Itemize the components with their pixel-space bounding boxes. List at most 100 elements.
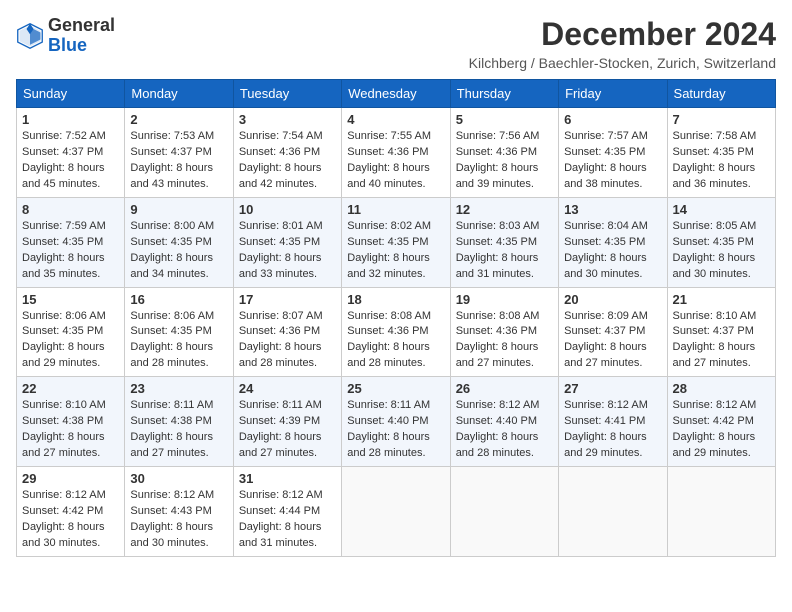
day-info: Sunrise: 7:58 AMSunset: 4:35 PMDaylight:…	[673, 129, 770, 193]
calendar-cell: 17 Sunrise: 8:07 AMSunset: 4:36 PMDayligh…	[233, 287, 341, 377]
calendar-cell: 12Sunrise: 8:03 AMSunset: 4:35 PMDayligh…	[450, 197, 558, 287]
calendar-header-row: SundayMondayTuesdayWednesdayThursdayFrid…	[17, 80, 776, 108]
day-info: Sunrise: 8:12 AMSunset: 4:41 PMDaylight:…	[564, 398, 661, 462]
day-info: Sunrise: 8:04 AMSunset: 4:35 PMDaylight:…	[564, 219, 661, 283]
day-number: 19	[456, 292, 553, 307]
calendar-cell	[450, 467, 558, 557]
calendar-cell: 25Sunrise: 8:11 AMSunset: 4:40 PMDayligh…	[342, 377, 450, 467]
col-header-saturday: Saturday	[667, 80, 775, 108]
calendar-cell: 1 Sunrise: 7:52 AMSunset: 4:37 PMDaylight…	[17, 108, 125, 198]
day-info: Sunrise: 7:59 AMSunset: 4:35 PMDaylight:…	[22, 219, 119, 283]
day-number: 20	[564, 292, 661, 307]
day-info: Sunrise: 8:00 AMSunset: 4:35 PMDaylight:…	[130, 219, 227, 283]
calendar-cell: 6 Sunrise: 7:57 AMSunset: 4:35 PMDaylight…	[559, 108, 667, 198]
day-info: Sunrise: 8:07 AMSunset: 4:36 PMDaylight:…	[239, 309, 336, 373]
day-number: 29	[22, 471, 119, 486]
day-number: 7	[673, 112, 770, 127]
day-info: Sunrise: 7:57 AMSunset: 4:35 PMDaylight:…	[564, 129, 661, 193]
day-info: Sunrise: 8:11 AMSunset: 4:40 PMDaylight:…	[347, 398, 444, 462]
day-info: Sunrise: 8:11 AMSunset: 4:39 PMDaylight:…	[239, 398, 336, 462]
location-text: Kilchberg / Baechler-Stocken, Zurich, Sw…	[469, 55, 776, 71]
logo-blue-text: Blue	[48, 35, 87, 55]
day-info: Sunrise: 7:54 AMSunset: 4:36 PMDaylight:…	[239, 129, 336, 193]
day-info: Sunrise: 8:08 AMSunset: 4:36 PMDaylight:…	[347, 309, 444, 373]
day-number: 10	[239, 202, 336, 217]
day-number: 24	[239, 381, 336, 396]
day-info: Sunrise: 8:10 AMSunset: 4:37 PMDaylight:…	[673, 309, 770, 373]
day-number: 28	[673, 381, 770, 396]
calendar-cell: 4 Sunrise: 7:55 AMSunset: 4:36 PMDaylight…	[342, 108, 450, 198]
calendar-cell: 26 Sunrise: 8:12 AMSunset: 4:40 PMDayligh…	[450, 377, 558, 467]
calendar-cell: 28 Sunrise: 8:12 AMSunset: 4:42 PMDayligh…	[667, 377, 775, 467]
day-number: 15	[22, 292, 119, 307]
day-info: Sunrise: 7:55 AMSunset: 4:36 PMDaylight:…	[347, 129, 444, 193]
calendar-cell: 5Sunrise: 7:56 AMSunset: 4:36 PMDaylight…	[450, 108, 558, 198]
day-info: Sunrise: 8:06 AMSunset: 4:35 PMDaylight:…	[130, 309, 227, 373]
title-block: December 2024 Kilchberg / Baechler-Stock…	[469, 16, 776, 71]
calendar-cell	[667, 467, 775, 557]
calendar-cell: 3 Sunrise: 7:54 AMSunset: 4:36 PMDaylight…	[233, 108, 341, 198]
day-number: 4	[347, 112, 444, 127]
day-number: 30	[130, 471, 227, 486]
calendar-cell: 27 Sunrise: 8:12 AMSunset: 4:41 PMDayligh…	[559, 377, 667, 467]
day-number: 18	[347, 292, 444, 307]
day-number: 22	[22, 381, 119, 396]
calendar-cell: 21 Sunrise: 8:10 AMSunset: 4:37 PMDayligh…	[667, 287, 775, 377]
logo-general-text: General	[48, 15, 115, 35]
day-info: Sunrise: 8:01 AMSunset: 4:35 PMDaylight:…	[239, 219, 336, 283]
day-number: 3	[239, 112, 336, 127]
calendar-table: SundayMondayTuesdayWednesdayThursdayFrid…	[16, 79, 776, 557]
calendar-cell: 15Sunrise: 8:06 AMSunset: 4:35 PMDayligh…	[17, 287, 125, 377]
calendar-cell: 20 Sunrise: 8:09 AMSunset: 4:37 PMDayligh…	[559, 287, 667, 377]
day-info: Sunrise: 7:53 AMSunset: 4:37 PMDaylight:…	[130, 129, 227, 193]
calendar-cell	[559, 467, 667, 557]
day-info: Sunrise: 8:11 AMSunset: 4:38 PMDaylight:…	[130, 398, 227, 462]
calendar-cell: 30 Sunrise: 8:12 AMSunset: 4:43 PMDayligh…	[125, 467, 233, 557]
day-info: Sunrise: 7:56 AMSunset: 4:36 PMDaylight:…	[456, 129, 553, 193]
calendar-cell: 7 Sunrise: 7:58 AMSunset: 4:35 PMDaylight…	[667, 108, 775, 198]
day-number: 12	[456, 202, 553, 217]
day-number: 21	[673, 292, 770, 307]
col-header-monday: Monday	[125, 80, 233, 108]
day-info: Sunrise: 8:10 AMSunset: 4:38 PMDaylight:…	[22, 398, 119, 462]
day-info: Sunrise: 8:02 AMSunset: 4:35 PMDaylight:…	[347, 219, 444, 283]
col-header-sunday: Sunday	[17, 80, 125, 108]
calendar-cell: 8Sunrise: 7:59 AMSunset: 4:35 PMDaylight…	[17, 197, 125, 287]
day-number: 17	[239, 292, 336, 307]
day-number: 26	[456, 381, 553, 396]
day-info: Sunrise: 8:12 AMSunset: 4:42 PMDaylight:…	[673, 398, 770, 462]
day-number: 6	[564, 112, 661, 127]
month-title: December 2024	[469, 16, 776, 53]
calendar-cell: 13 Sunrise: 8:04 AMSunset: 4:35 PMDayligh…	[559, 197, 667, 287]
calendar-cell: 9 Sunrise: 8:00 AMSunset: 4:35 PMDaylight…	[125, 197, 233, 287]
calendar-cell: 22 Sunrise: 8:10 AMSunset: 4:38 PMDayligh…	[17, 377, 125, 467]
day-number: 1	[22, 112, 119, 127]
calendar-cell	[342, 467, 450, 557]
calendar-cell: 19 Sunrise: 8:08 AMSunset: 4:36 PMDayligh…	[450, 287, 558, 377]
col-header-thursday: Thursday	[450, 80, 558, 108]
logo-icon	[16, 22, 44, 50]
day-number: 14	[673, 202, 770, 217]
day-number: 2	[130, 112, 227, 127]
calendar-week-1: 1 Sunrise: 7:52 AMSunset: 4:37 PMDaylight…	[17, 108, 776, 198]
day-info: Sunrise: 8:12 AMSunset: 4:42 PMDaylight:…	[22, 488, 119, 552]
day-info: Sunrise: 7:52 AMSunset: 4:37 PMDaylight:…	[22, 129, 119, 193]
day-number: 27	[564, 381, 661, 396]
day-info: Sunrise: 8:08 AMSunset: 4:36 PMDaylight:…	[456, 309, 553, 373]
calendar-cell: 2 Sunrise: 7:53 AMSunset: 4:37 PMDaylight…	[125, 108, 233, 198]
calendar-cell: 29 Sunrise: 8:12 AMSunset: 4:42 PMDayligh…	[17, 467, 125, 557]
calendar-cell: 14Sunrise: 8:05 AMSunset: 4:35 PMDayligh…	[667, 197, 775, 287]
day-info: Sunrise: 8:12 AMSunset: 4:43 PMDaylight:…	[130, 488, 227, 552]
calendar-cell: 24 Sunrise: 8:11 AMSunset: 4:39 PMDayligh…	[233, 377, 341, 467]
calendar-cell: 10 Sunrise: 8:01 AMSunset: 4:35 PMDayligh…	[233, 197, 341, 287]
day-info: Sunrise: 8:12 AMSunset: 4:40 PMDaylight:…	[456, 398, 553, 462]
day-number: 9	[130, 202, 227, 217]
day-number: 13	[564, 202, 661, 217]
day-number: 31	[239, 471, 336, 486]
col-header-friday: Friday	[559, 80, 667, 108]
calendar-week-3: 15 Sunrise: 8:06 AMSunset: 4:35 PMDayligh…	[17, 287, 776, 377]
calendar-week-4: 22 Sunrise: 8:10 AMSunset: 4:38 PMDayligh…	[17, 377, 776, 467]
day-number: 23	[130, 381, 227, 396]
col-header-wednesday: Wednesday	[342, 80, 450, 108]
day-info: Sunrise: 8:09 AMSunset: 4:37 PMDaylight:…	[564, 309, 661, 373]
